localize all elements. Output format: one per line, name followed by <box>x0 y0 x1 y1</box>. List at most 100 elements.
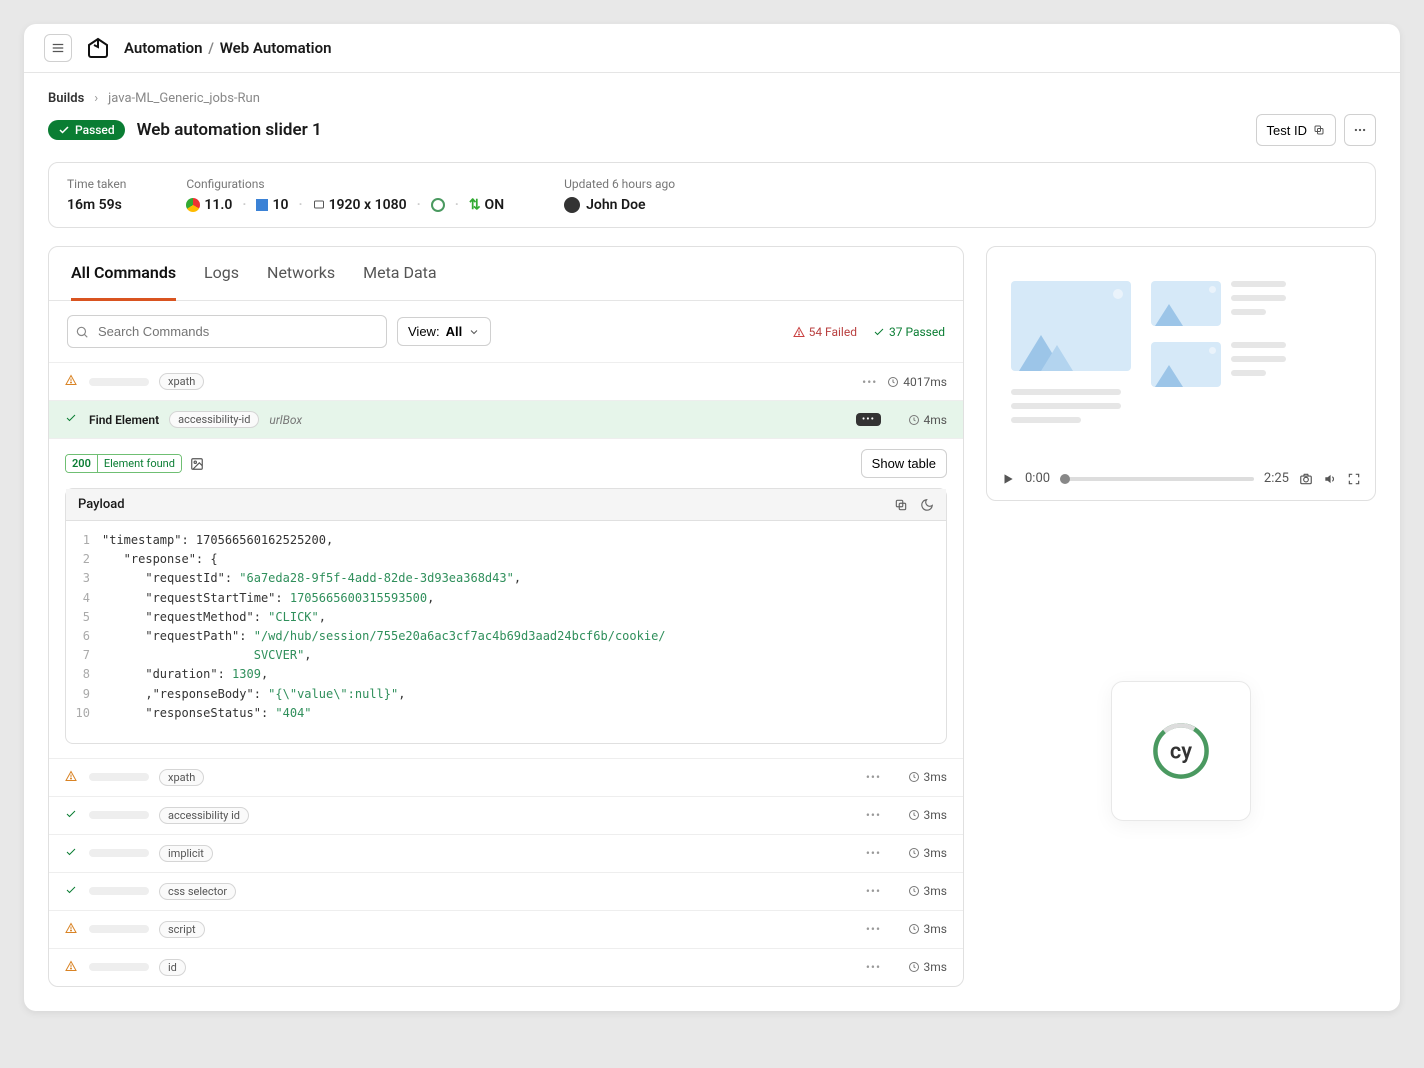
page-content: Builds › java-ML_Generic_jobs-Run Passed… <box>24 73 1400 1011</box>
command-row[interactable]: implicit ••• 3ms <box>49 834 963 872</box>
clock-icon <box>908 923 920 935</box>
check-icon <box>873 326 885 338</box>
configurations-block: Configurations 11.0 · 10 · 1920 x 1080 ·… <box>186 177 504 213</box>
status-badge: Passed <box>48 120 125 140</box>
row-more-icon[interactable]: ••• <box>866 960 881 974</box>
tab-logs[interactable]: Logs <box>204 247 239 301</box>
dots-horizontal-icon <box>1353 123 1367 137</box>
svg-text:cy: cy <box>1170 740 1192 765</box>
breadcrumb-child[interactable]: Web Automation <box>220 39 332 57</box>
failed-count: 54 Failed <box>793 325 857 339</box>
volume-icon[interactable] <box>1323 472 1337 486</box>
cypress-card: cy <box>1111 681 1251 821</box>
row-more-icon[interactable]: ••• <box>866 846 881 860</box>
row-more-icon[interactable]: ••• <box>866 884 881 898</box>
video-duration: 2:25 <box>1264 471 1289 486</box>
status-badge-label: Passed <box>75 123 115 137</box>
row-more-icon[interactable]: ••• <box>866 808 881 822</box>
command-row[interactable]: accessibility id ••• 3ms <box>49 796 963 834</box>
warning-icon <box>793 326 805 338</box>
selector-extra: urlBox <box>269 413 302 427</box>
play-icon[interactable] <box>1001 472 1015 486</box>
title-actions: Test ID <box>1256 114 1376 146</box>
view-label: View: <box>408 324 440 339</box>
commands-panel: All Commands Logs Networks Meta Data Vie… <box>48 246 964 987</box>
time-taken-value: 16m 59s <box>67 197 126 213</box>
command-name: Find Element <box>89 413 159 427</box>
selector-tag: implicit <box>159 845 213 862</box>
breadcrumb: Automation / Web Automation <box>124 39 331 57</box>
video-current-time: 0:00 <box>1025 471 1050 486</box>
crumb-current[interactable]: java-ML_Generic_jobs-Run <box>108 91 260 106</box>
menu-button[interactable] <box>44 34 72 62</box>
warning-icon <box>65 770 79 785</box>
placeholder <box>89 963 149 971</box>
row-more-icon[interactable]: ••• <box>862 375 877 389</box>
clock-icon <box>908 414 920 426</box>
row-more-icon[interactable]: ••• <box>866 922 881 936</box>
breadcrumb-parent[interactable]: Automation <box>124 39 203 57</box>
theme-icon[interactable] <box>920 498 934 512</box>
video-progress[interactable] <box>1060 477 1254 481</box>
network-state: ON <box>485 197 505 213</box>
row-time: 3ms <box>891 770 947 784</box>
more-actions-button[interactable] <box>1344 114 1376 146</box>
image-placeholder <box>1151 281 1221 326</box>
video-card: 0:00 2:25 <box>986 246 1376 501</box>
command-row-selected[interactable]: Find Element accessibility-id urlBox •••… <box>49 400 963 438</box>
video-preview <box>1001 261 1361 461</box>
top-bar: Automation / Web Automation <box>24 24 1400 73</box>
breadcrumb-sep: / <box>208 39 214 57</box>
check-icon <box>65 412 79 427</box>
hamburger-icon <box>51 41 65 55</box>
title-row: Passed Web automation slider 1 Test ID <box>48 114 1376 146</box>
selector-tag: accessibility id <box>159 807 249 824</box>
command-row[interactable]: css selector ••• 3ms <box>49 872 963 910</box>
payload-title: Payload <box>78 497 125 512</box>
tab-all-commands[interactable]: All Commands <box>71 247 176 301</box>
placeholder <box>89 887 149 895</box>
browser-version: 11.0 <box>204 197 232 213</box>
sub-breadcrumb: Builds › java-ML_Generic_jobs-Run <box>48 91 1376 106</box>
cypress-icon: cy <box>1149 719 1213 783</box>
info-card: Time taken 16m 59s Configurations 11.0 ·… <box>48 162 1376 228</box>
chevron-down-icon <box>468 326 480 338</box>
image-icon[interactable] <box>190 457 204 471</box>
row-more-icon[interactable]: ••• <box>866 770 881 784</box>
camera-icon[interactable] <box>1299 472 1313 486</box>
clock-icon <box>908 809 920 821</box>
selector-tag: xpath <box>159 769 204 786</box>
check-icon <box>65 884 79 899</box>
test-id-button[interactable]: Test ID <box>1256 114 1336 146</box>
crumb-root[interactable]: Builds <box>48 91 84 106</box>
chevron-right-icon: › <box>94 91 98 106</box>
show-table-button[interactable]: Show table <box>861 449 947 478</box>
tab-metadata[interactable]: Meta Data <box>363 247 437 301</box>
selector-tag: accessibility-id <box>169 411 259 428</box>
fullscreen-icon[interactable] <box>1347 472 1361 486</box>
command-row[interactable]: xpath ••• 4017ms <box>49 362 963 400</box>
warning-icon <box>65 960 79 975</box>
row-time: 3ms <box>891 922 947 936</box>
payload-code: 1"timestamp": 170566560162525200, 2 "res… <box>66 521 946 743</box>
command-row[interactable]: id ••• 3ms <box>49 948 963 986</box>
video-controls: 0:00 2:25 <box>1001 461 1361 486</box>
image-placeholder <box>1011 281 1131 371</box>
updated-label: Updated 6 hours ago <box>564 177 675 191</box>
clock-icon <box>908 885 920 897</box>
resolution-icon <box>313 199 325 211</box>
os-icon <box>256 199 268 211</box>
search-wrap <box>67 315 387 348</box>
row-time: 3ms <box>891 846 947 860</box>
row-time: 3ms <box>891 808 947 822</box>
view-filter-button[interactable]: View: All <box>397 317 491 346</box>
tab-networks[interactable]: Networks <box>267 247 335 301</box>
row-time: 3ms <box>891 960 947 974</box>
status-counts: 54 Failed 37 Passed <box>793 325 945 339</box>
command-row[interactable]: xpath ••• 3ms <box>49 758 963 796</box>
brand-logo-icon <box>86 36 110 60</box>
avatar <box>564 197 580 213</box>
copy-icon[interactable] <box>894 498 908 512</box>
command-row[interactable]: script ••• 3ms <box>49 910 963 948</box>
search-input[interactable] <box>67 315 387 348</box>
